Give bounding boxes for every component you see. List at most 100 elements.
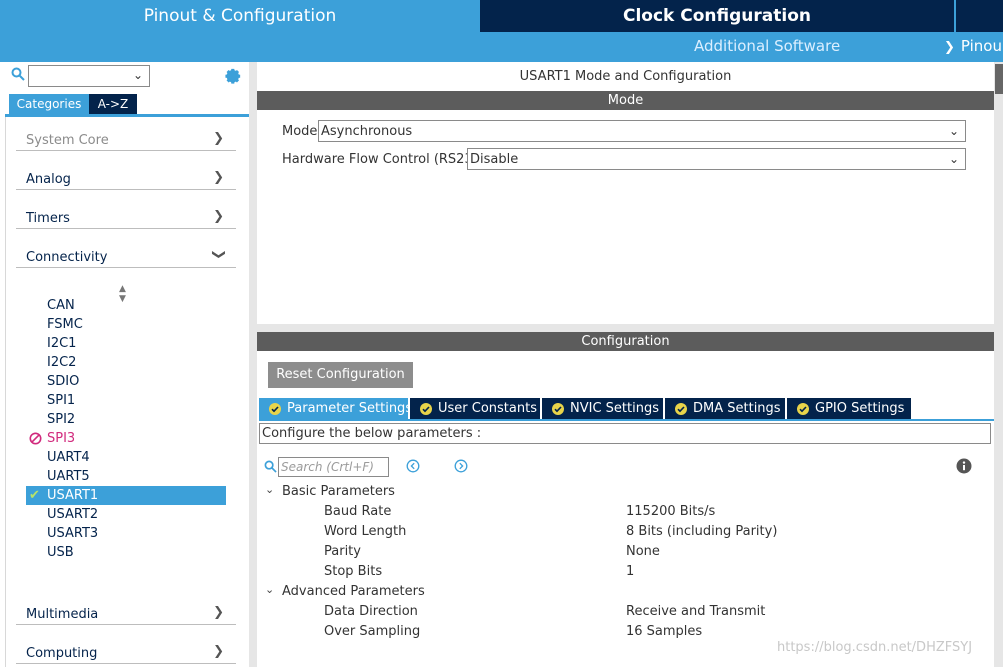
peripheral-spi3[interactable]: SPI3 [26, 429, 226, 448]
chevron-right-icon: ❯ [213, 209, 224, 224]
category-search-combo[interactable]: ⌄ [28, 65, 150, 87]
tab-categories[interactable]: Categories [9, 94, 89, 114]
param-row-data-direction[interactable]: Data Direction Receive and Transmit [257, 602, 994, 622]
gear-icon[interactable] [225, 67, 242, 84]
prohibited-icon [29, 432, 42, 445]
reset-configuration-button[interactable]: Reset Configuration [268, 362, 413, 388]
tab-clock-configuration[interactable]: Clock Configuration [480, 0, 954, 32]
check-icon: ✔ [29, 488, 40, 503]
peripheral-label: SPI1 [47, 393, 76, 408]
peripheral-uart5[interactable]: UART5 [26, 467, 226, 486]
ok-check-icon [420, 403, 432, 415]
param-name: Stop Bits [324, 564, 383, 579]
search-icon [264, 460, 277, 473]
tab-label: User Constants [438, 401, 537, 416]
param-name: Parity [324, 544, 361, 559]
panel-splitter[interactable] [249, 62, 257, 667]
chevron-down-icon: ⌄ [265, 583, 275, 596]
param-row-stop-bits[interactable]: Stop Bits 1 [257, 562, 994, 582]
peripheral-label: USART3 [47, 526, 99, 541]
peripheral-label: UART4 [47, 450, 90, 465]
tab-label: DMA Settings [693, 401, 781, 416]
chevron-down-icon: ⌄ [948, 124, 959, 138]
tab-pinout-configuration[interactable]: Pinout & Configuration [0, 0, 480, 32]
param-name: Data Direction [324, 604, 418, 619]
category-label: Analog [26, 172, 71, 187]
ok-check-icon [269, 403, 281, 415]
peripheral-i2c2[interactable]: I2C2 [26, 353, 226, 372]
tab-user-constants[interactable]: User Constants [410, 398, 540, 420]
group-advanced-parameters[interactable]: ⌄ Advanced Parameters [257, 582, 994, 602]
search-icon [11, 67, 25, 81]
flow-control-select[interactable]: Disable ⌄ [467, 148, 966, 170]
param-value: 8 Bits (including Parity) [626, 524, 778, 539]
peripheral-fsmc[interactable]: FSMC [26, 315, 226, 334]
param-value: None [626, 544, 660, 559]
tab-a-z[interactable]: A->Z [89, 94, 137, 114]
param-value: Receive and Transmit [626, 604, 766, 619]
param-name: Baud Rate [324, 504, 392, 519]
right-edge-strip [994, 62, 1003, 667]
param-row-baud-rate[interactable]: Baud Rate 115200 Bits/s [257, 502, 994, 522]
param-name: Word Length [324, 524, 407, 539]
tabs-underline [259, 419, 994, 421]
tab-gpio-settings[interactable]: GPIO Settings [787, 398, 911, 420]
chevron-down-icon: ❯ [944, 40, 955, 55]
peripheral-usb[interactable]: USB [26, 543, 226, 562]
category-analog[interactable]: Analog ❯ [16, 166, 236, 190]
peripheral-spi1[interactable]: SPI1 [26, 391, 226, 410]
peripheral-label: CAN [47, 298, 75, 313]
group-basic-parameters[interactable]: ⌄ Basic Parameters [257, 482, 994, 502]
peripheral-usart2[interactable]: USART2 [26, 505, 226, 524]
tab-overflow[interactable] [956, 0, 1003, 32]
tab-nvic-settings[interactable]: NVIC Settings [542, 398, 663, 420]
peripheral-spi2[interactable]: SPI2 [26, 410, 226, 429]
tab-label: Parameter Settings [287, 401, 413, 416]
chevron-right-icon: ❯ [213, 131, 224, 146]
info-icon[interactable] [956, 458, 972, 474]
menu-additional-software[interactable]: Additional Software [694, 37, 840, 55]
collapse-handle[interactable] [995, 64, 1003, 94]
next-match-icon[interactable] [454, 459, 468, 473]
peripheral-usart1[interactable]: ✔ USART1 [26, 486, 226, 505]
chevron-right-icon: ❯ [213, 170, 224, 185]
mode-label: Mode [282, 124, 318, 139]
group-label: Basic Parameters [282, 484, 395, 499]
category-system-core[interactable]: System Core ❯ [16, 127, 236, 151]
tab-dma-settings[interactable]: DMA Settings [665, 398, 785, 420]
peripheral-label: FSMC [47, 317, 83, 332]
chevron-right-icon: ❯ [213, 605, 224, 620]
peripheral-uart4[interactable]: UART4 [26, 448, 226, 467]
chevron-right-icon: ❯ [213, 644, 224, 659]
section-splitter[interactable] [257, 324, 994, 332]
peripheral-i2c1[interactable]: I2C1 [26, 334, 226, 353]
param-row-word-length[interactable]: Word Length 8 Bits (including Parity) [257, 522, 994, 542]
peripheral-label: USART1 [47, 488, 99, 503]
configure-hint: Configure the below parameters : [259, 423, 991, 444]
peripheral-sdio[interactable]: SDIO [26, 372, 226, 391]
category-computing[interactable]: Computing ❯ [16, 640, 236, 664]
ok-check-icon [675, 403, 687, 415]
peripheral-label: I2C1 [47, 336, 77, 351]
category-connectivity[interactable]: Connectivity ❯ [16, 244, 236, 268]
menu-pinout[interactable]: ❯ Pinou [944, 37, 1002, 55]
configuration-section-header: Configuration [257, 332, 994, 351]
peripheral-label: SDIO [47, 374, 80, 389]
category-multimedia[interactable]: Multimedia ❯ [16, 601, 236, 625]
mode-select[interactable]: Asynchronous ⌄ [318, 120, 966, 142]
chevron-down-icon: ⌄ [948, 152, 959, 166]
flow-control-value: Disable [470, 152, 519, 167]
param-name: Over Sampling [324, 624, 421, 639]
peripheral-label: UART5 [47, 469, 90, 484]
tab-parameter-settings[interactable]: Parameter Settings [259, 398, 412, 420]
parameter-search-input[interactable]: Search (Crtl+F) [278, 457, 389, 477]
param-value: 16 Samples [626, 624, 703, 639]
peripheral-can[interactable]: CAN [26, 296, 226, 315]
previous-match-icon[interactable] [406, 459, 420, 473]
peripheral-usart3[interactable]: USART3 [26, 524, 226, 543]
param-row-over-sampling[interactable]: Over Sampling 16 Samples [257, 622, 994, 642]
category-label: System Core [26, 133, 109, 148]
chevron-down-icon: ⌄ [265, 483, 275, 496]
param-row-parity[interactable]: Parity None [257, 542, 994, 562]
category-timers[interactable]: Timers ❯ [16, 205, 236, 229]
